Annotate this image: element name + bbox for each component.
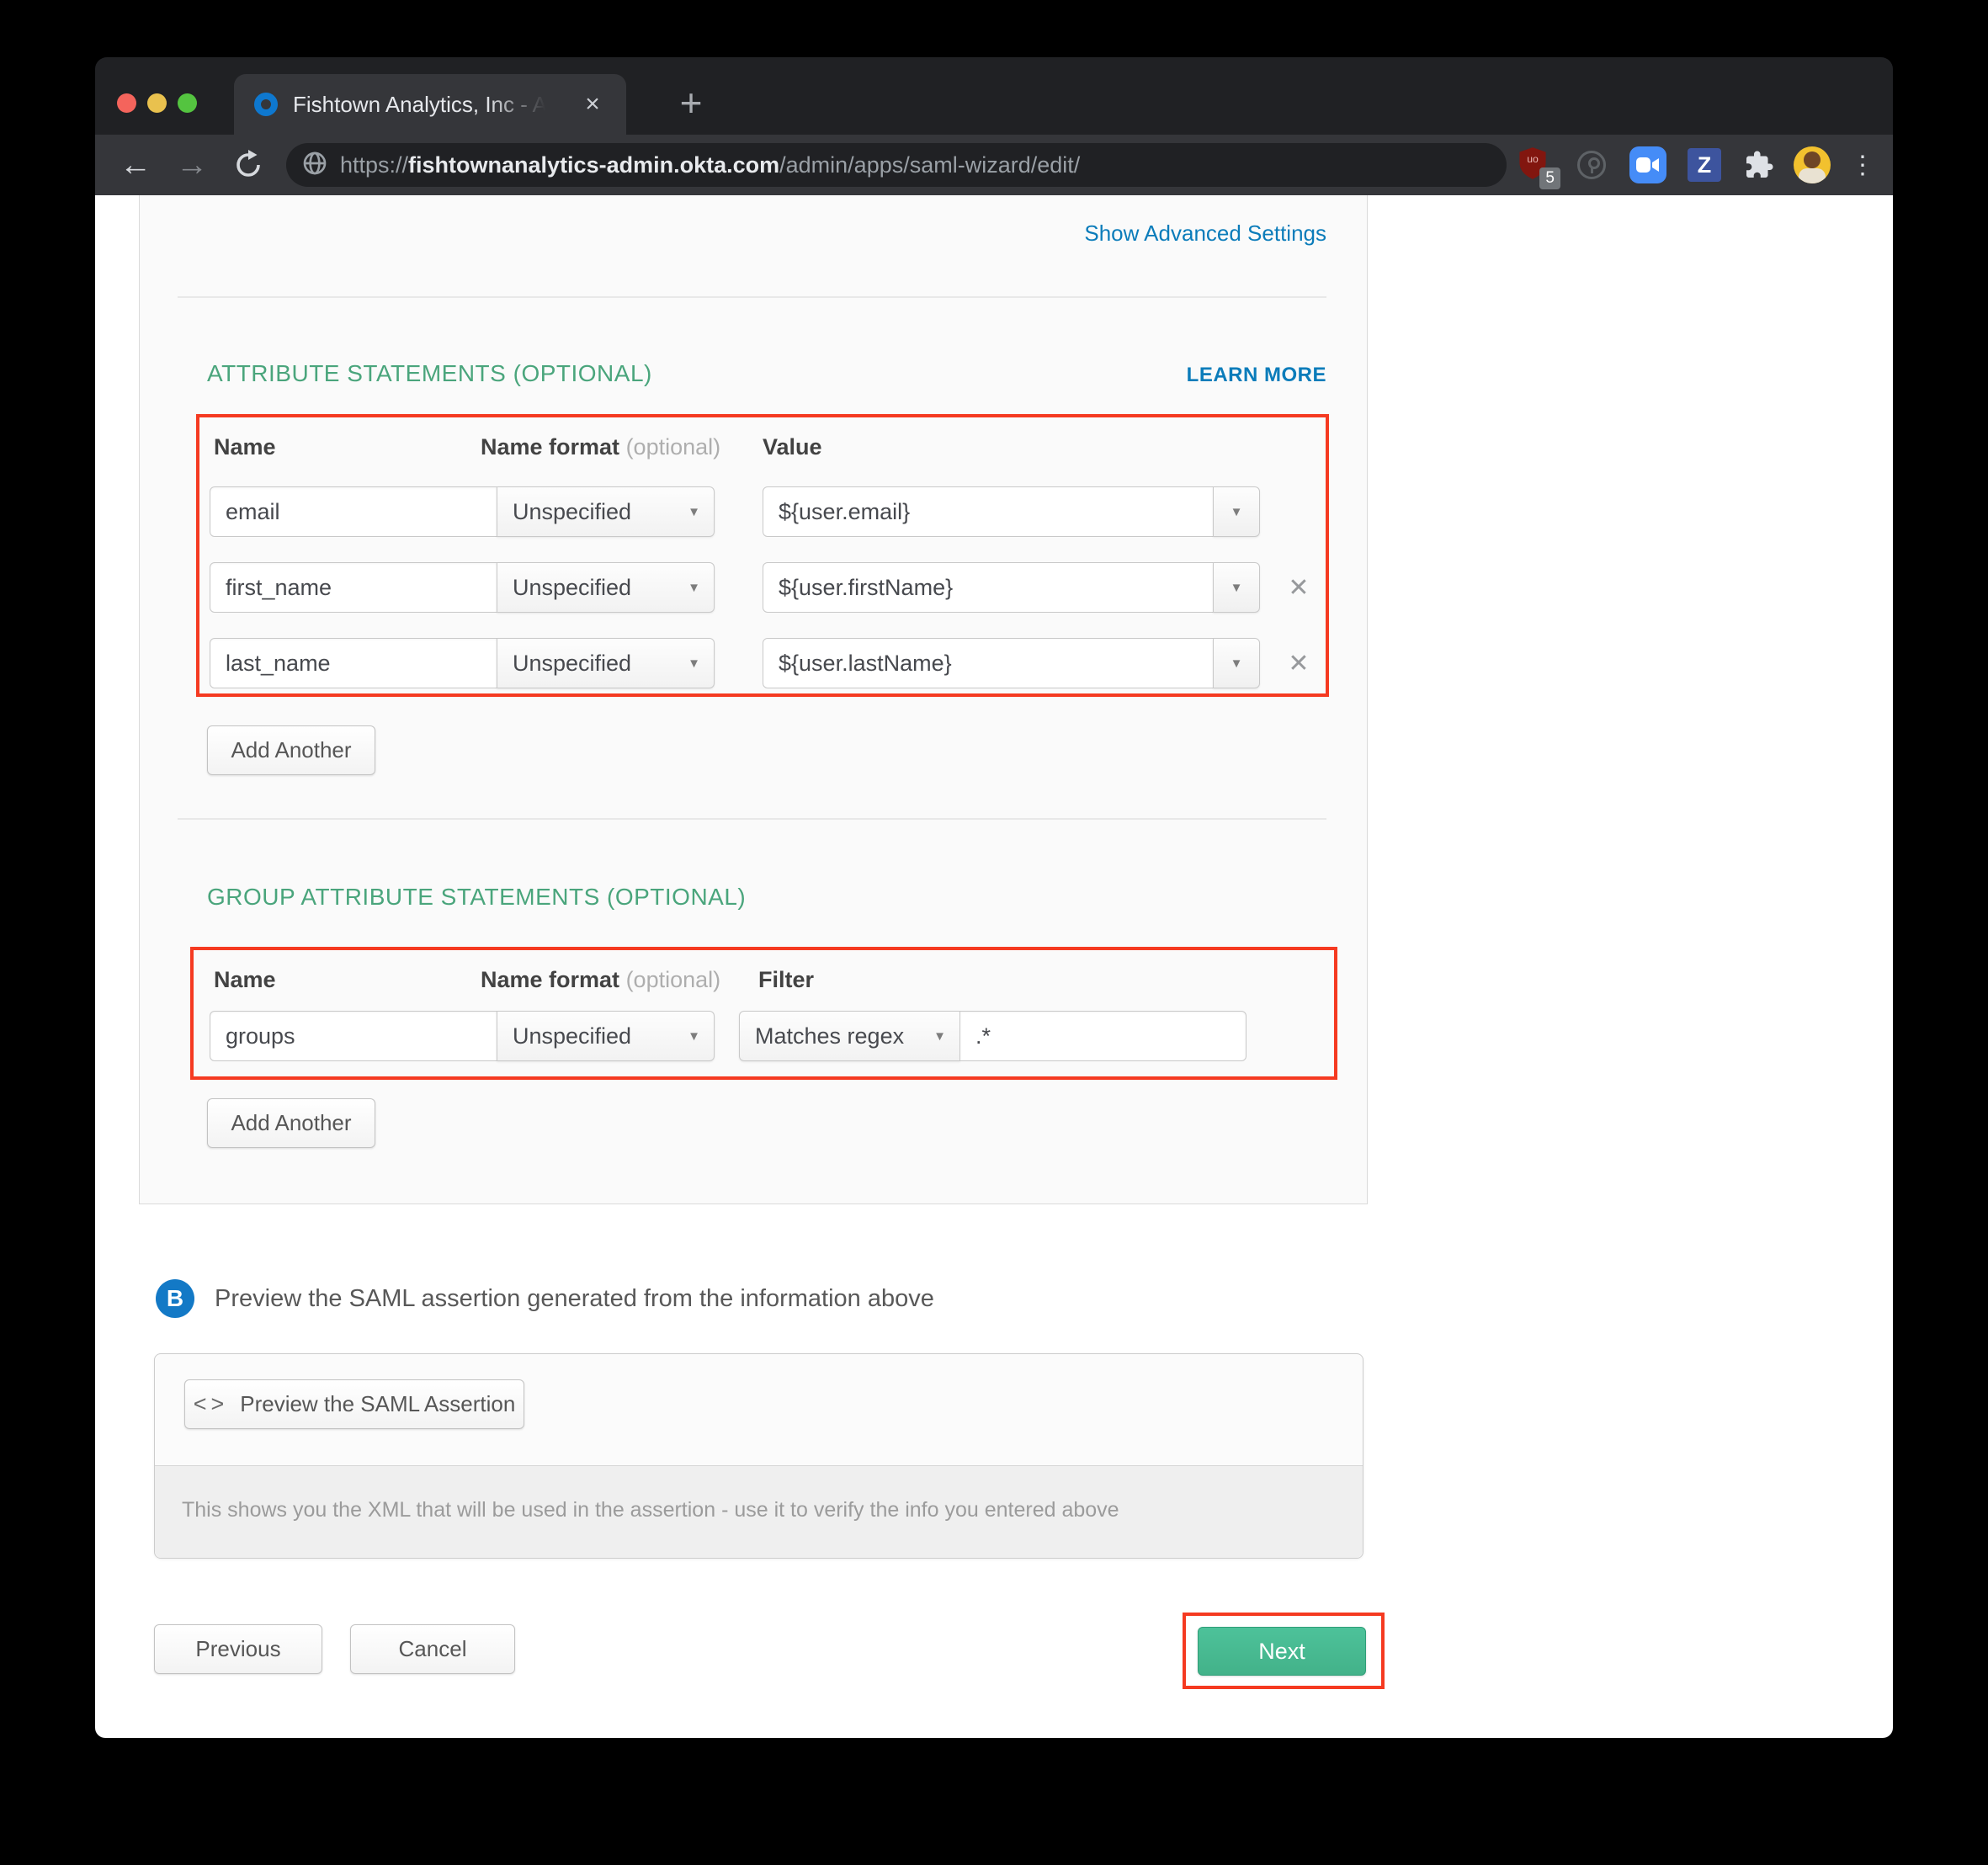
tab-strip: Fishtown Analytics, Inc - Applic × + (95, 57, 1893, 135)
attribute-name-input[interactable] (210, 562, 497, 613)
zoom-extension-icon[interactable] (1623, 135, 1673, 195)
learn-more-link[interactable]: LEARN MORE (1187, 364, 1326, 387)
url-path: /admin/apps/saml-wizard/edit/ (779, 152, 1080, 178)
ublock-extension-icon[interactable]: uo 5 (1507, 135, 1558, 195)
back-icon[interactable]: ← (110, 135, 161, 195)
attribute-statements-title: ATTRIBUTE STATEMENTS (OPTIONAL) (207, 360, 652, 387)
site-security-globe-icon[interactable] (301, 150, 328, 181)
url-protocol: https:// (340, 152, 408, 178)
attribute-value-combo: ▼ (763, 562, 1260, 613)
password-manager-extension-icon[interactable] (1566, 135, 1617, 195)
url-text: https://fishtownanalytics-admin.okta.com… (340, 152, 1080, 178)
step-b-heading: Preview the SAML assertion generated fro… (215, 1285, 934, 1313)
attribute-statements-annotation-box: Name Name format (optional) Value Unspec… (196, 414, 1329, 697)
okta-favicon-icon (254, 93, 278, 116)
name-format-select[interactable]: Unspecified▼ (497, 486, 715, 537)
browser-window: Fishtown Analytics, Inc - Applic × + ← →… (95, 57, 1893, 1738)
group-name-input[interactable] (210, 1011, 497, 1061)
profile-avatar[interactable] (1785, 135, 1839, 195)
name-column-header: Name (214, 967, 276, 993)
close-window-button[interactable] (117, 93, 136, 113)
step-b-badge: B (156, 1279, 194, 1318)
value-dropdown-button[interactable]: ▼ (1213, 486, 1260, 537)
group-attribute-annotation-box: Name Name format (optional) Filter Unspe… (190, 947, 1337, 1080)
attribute-name-input[interactable] (210, 486, 497, 537)
preview-assertion-panel: <> Preview the SAML Assertion This shows… (154, 1353, 1363, 1559)
new-tab-button[interactable]: + (664, 77, 718, 131)
z-extension-icon[interactable]: Z (1679, 135, 1730, 195)
browser-tab[interactable]: Fishtown Analytics, Inc - Applic × (234, 74, 626, 135)
group-filter-value-input[interactable] (959, 1011, 1246, 1061)
attribute-value-input[interactable] (763, 486, 1214, 537)
group-filter-type-select[interactable]: Matches regex▼ (739, 1011, 960, 1061)
remove-row-icon[interactable]: ✕ (1280, 572, 1317, 606)
extensions-puzzle-icon[interactable] (1734, 135, 1784, 195)
preview-panel-footer: This shows you the XML that will be used… (155, 1465, 1363, 1558)
address-bar[interactable]: https://fishtownanalytics-admin.okta.com… (286, 143, 1507, 187)
name-format-select[interactable]: Unspecified▼ (497, 562, 715, 613)
browser-toolbar: ← → https://fishtownanalytics-admin.okta… (95, 135, 1893, 195)
attribute-value-combo: ▼ (763, 486, 1260, 537)
group-name-format-select[interactable]: Unspecified▼ (497, 1011, 715, 1061)
next-button[interactable]: Next (1198, 1627, 1366, 1676)
attribute-value-input[interactable] (763, 562, 1214, 613)
minimize-window-button[interactable] (147, 93, 167, 113)
maximize-window-button[interactable] (178, 93, 197, 113)
attribute-value-combo: ▼ (763, 638, 1260, 688)
filter-column-header: Filter (758, 967, 814, 993)
divider (178, 818, 1326, 820)
preview-note: This shows you the XML that will be used… (182, 1498, 1119, 1522)
preview-saml-assertion-button[interactable]: <> Preview the SAML Assertion (184, 1379, 524, 1429)
page-content: Show Advanced Settings ATTRIBUTE STATEME… (95, 195, 1893, 1738)
value-column-header: Value (763, 434, 822, 460)
close-tab-icon[interactable]: × (576, 88, 609, 121)
reload-icon[interactable] (223, 135, 274, 195)
name-column-header: Name (214, 434, 276, 460)
tab-title: Fishtown Analytics, Inc - Applic (293, 92, 545, 118)
group-attribute-statements-title: GROUP ATTRIBUTE STATEMENTS (OPTIONAL) (207, 884, 746, 911)
svg-text:uo: uo (1527, 152, 1539, 164)
chevron-down-icon: ▼ (688, 1029, 700, 1044)
show-advanced-settings-link[interactable]: Show Advanced Settings (1084, 221, 1326, 247)
value-dropdown-button[interactable]: ▼ (1213, 638, 1260, 688)
add-another-attribute-button[interactable]: Add Another (207, 725, 375, 775)
chevron-down-icon: ▼ (688, 581, 700, 595)
name-format-column-header: Name format (optional) (481, 967, 720, 993)
forward-icon[interactable]: → (167, 135, 217, 195)
code-icon: <> (194, 1391, 229, 1417)
value-dropdown-button[interactable]: ▼ (1213, 562, 1260, 613)
divider (178, 296, 1326, 298)
remove-row-icon[interactable]: ✕ (1280, 648, 1317, 682)
previous-button[interactable]: Previous (154, 1624, 322, 1674)
cancel-button[interactable]: Cancel (350, 1624, 515, 1674)
chevron-down-icon: ▼ (688, 505, 700, 519)
saml-settings-panel: Show Advanced Settings ATTRIBUTE STATEME… (139, 195, 1368, 1204)
next-button-annotation-box: Next (1183, 1613, 1385, 1689)
url-host: fishtownanalytics-admin.okta.com (408, 152, 779, 178)
ublock-badge: 5 (1539, 167, 1560, 189)
chevron-down-icon: ▼ (688, 656, 700, 671)
name-format-select[interactable]: Unspecified▼ (497, 638, 715, 688)
browser-menu-icon[interactable]: ⋮ (1839, 135, 1886, 195)
attribute-name-input[interactable] (210, 638, 497, 688)
add-another-group-button[interactable]: Add Another (207, 1098, 375, 1148)
attribute-value-input[interactable] (763, 638, 1214, 688)
chevron-down-icon: ▼ (933, 1029, 946, 1044)
name-format-column-header: Name format (optional) (481, 434, 720, 460)
